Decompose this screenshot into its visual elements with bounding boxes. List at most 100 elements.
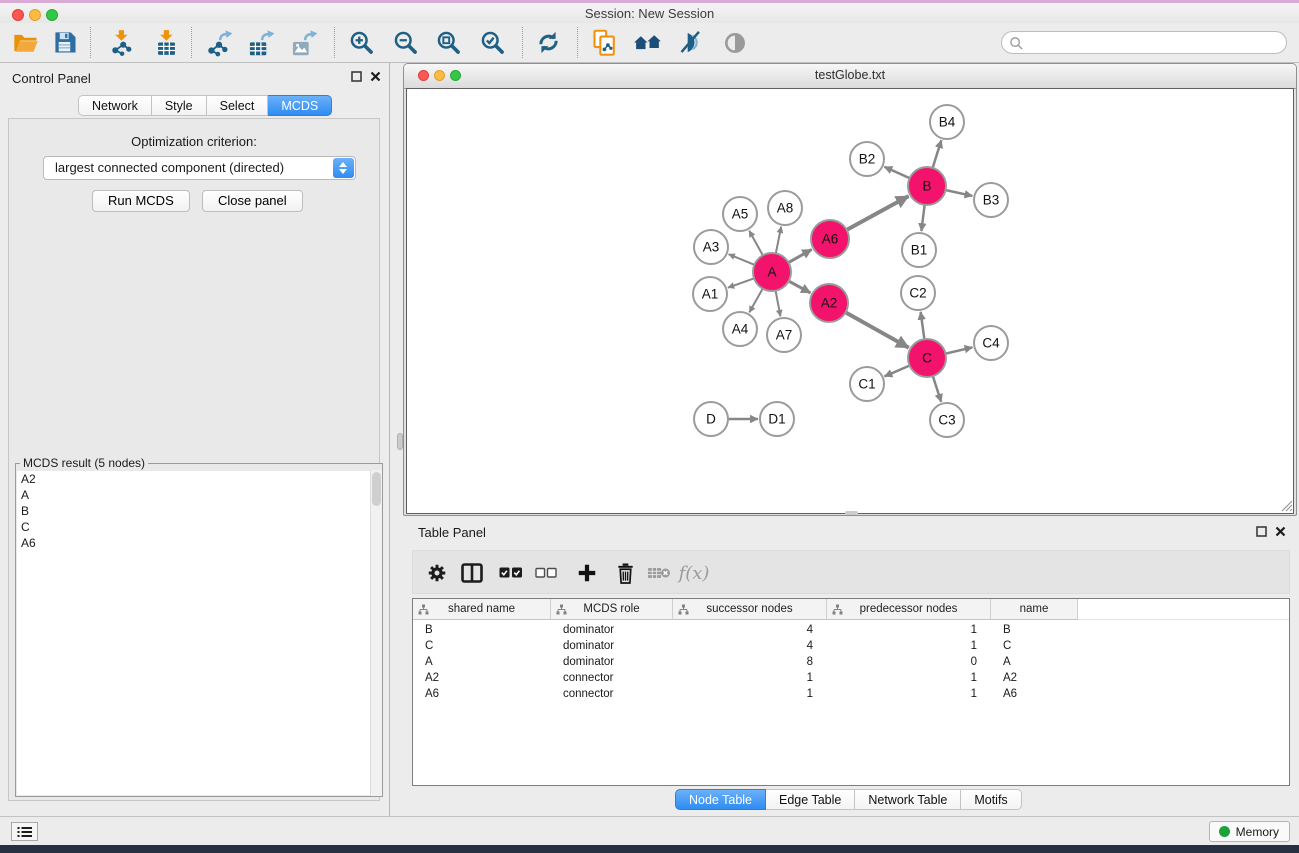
- delete-button[interactable]: [610, 558, 640, 588]
- close-panel-icon[interactable]: [1275, 526, 1286, 537]
- node-A8[interactable]: A8: [768, 191, 802, 225]
- mcds-result-item[interactable]: A: [17, 487, 381, 503]
- node-C1[interactable]: C1: [850, 367, 884, 401]
- edge-A-A6[interactable]: [787, 249, 812, 263]
- node-B1[interactable]: B1: [902, 233, 936, 267]
- memory-button[interactable]: Memory: [1209, 821, 1290, 842]
- node-A7[interactable]: A7: [767, 318, 801, 352]
- edge-A-A5[interactable]: [749, 231, 764, 257]
- export-network-button[interactable]: [201, 25, 237, 60]
- edge-A6-B[interactable]: [845, 196, 909, 231]
- refresh-layout-button[interactable]: [530, 25, 566, 60]
- mcds-result-item[interactable]: A2: [17, 471, 381, 487]
- birds-eye-button[interactable]: [717, 25, 753, 60]
- column-header-successor-nodes[interactable]: successor nodes: [673, 599, 827, 620]
- tab-network[interactable]: Network: [78, 95, 152, 116]
- select-all-columns-button[interactable]: [496, 558, 526, 588]
- node-D1[interactable]: D1: [760, 402, 794, 436]
- export-table-button[interactable]: [243, 25, 279, 60]
- tab-edge-table[interactable]: Edge Table: [766, 789, 855, 810]
- node-D[interactable]: D: [694, 402, 728, 436]
- edge-C-C3[interactable]: [932, 374, 941, 402]
- float-panel-icon[interactable]: [351, 71, 362, 82]
- table-row[interactable]: Bdominator41B: [413, 622, 1289, 638]
- resize-grip-icon[interactable]: [1279, 498, 1293, 512]
- mcds-result-item[interactable]: C: [17, 519, 381, 535]
- table-row[interactable]: A6connector11A6: [413, 686, 1289, 702]
- node-B[interactable]: B: [908, 167, 946, 205]
- save-session-button[interactable]: [47, 25, 83, 60]
- column-header-mcds-role[interactable]: MCDS role: [551, 599, 673, 620]
- node-C2[interactable]: C2: [901, 276, 935, 310]
- mcds-result-item[interactable]: B: [17, 503, 381, 519]
- import-table-button[interactable]: [148, 25, 184, 60]
- gear-button[interactable]: [422, 558, 452, 588]
- table-row[interactable]: Adominator80A: [413, 654, 1289, 670]
- tab-node-table[interactable]: Node Table: [675, 789, 766, 810]
- copy-style-button[interactable]: [587, 25, 623, 60]
- zoom-fit-button[interactable]: [430, 25, 466, 60]
- tab-mcds[interactable]: MCDS: [268, 95, 332, 116]
- network-canvas[interactable]: B4B2BB3A8A5A6A3B1AA1C2A2A4A7C4CC1C3DD1: [406, 88, 1294, 514]
- node-A5[interactable]: A5: [723, 197, 757, 231]
- search-input[interactable]: [1028, 33, 1282, 54]
- float-panel-icon[interactable]: [1256, 526, 1267, 537]
- node-A2[interactable]: A2: [810, 284, 848, 322]
- edge-C-C1[interactable]: [884, 365, 911, 377]
- node-A[interactable]: A: [753, 253, 791, 291]
- run-mcds-button[interactable]: Run MCDS: [92, 190, 190, 212]
- tab-motifs[interactable]: Motifs: [961, 789, 1021, 810]
- deselect-all-columns-button[interactable]: [531, 558, 561, 588]
- column-header-name[interactable]: name: [991, 599, 1078, 620]
- function-builder-button[interactable]: f(x): [679, 558, 709, 588]
- edge-A-A8[interactable]: [775, 227, 781, 256]
- criterion-dropdown[interactable]: largest connected component (directed): [43, 156, 356, 180]
- node-A1[interactable]: A1: [693, 277, 727, 311]
- task-history-button[interactable]: [11, 822, 38, 841]
- network-vertical-scrollbar[interactable]: [397, 433, 403, 450]
- edge-A-A1[interactable]: [728, 278, 756, 288]
- split-view-button[interactable]: [457, 558, 487, 588]
- table-row[interactable]: A2connector11A2: [413, 670, 1289, 686]
- zoom-in-button[interactable]: [343, 25, 379, 60]
- edge-A-A3[interactable]: [729, 254, 757, 265]
- node-B4[interactable]: B4: [930, 105, 964, 139]
- node-C[interactable]: C: [908, 339, 946, 377]
- edge-B-B2[interactable]: [884, 167, 911, 179]
- network-window-titlebar[interactable]: testGlobe.txt: [404, 64, 1296, 89]
- tab-select[interactable]: Select: [207, 95, 269, 116]
- edge-C-C2[interactable]: [921, 312, 925, 341]
- column-header-predecessor-nodes[interactable]: predecessor nodes: [827, 599, 991, 620]
- column-header-shared-name[interactable]: shared name: [413, 599, 551, 620]
- node-B3[interactable]: B3: [974, 183, 1008, 217]
- home-layout-button[interactable]: [629, 25, 665, 60]
- tab-network-table[interactable]: Network Table: [855, 789, 961, 810]
- add-column-button[interactable]: [572, 558, 602, 588]
- tab-style[interactable]: Style: [152, 95, 207, 116]
- import-network-button[interactable]: [103, 25, 139, 60]
- mcds-result-item[interactable]: A6: [17, 535, 381, 551]
- node-A6[interactable]: A6: [811, 220, 849, 258]
- edge-A-A2[interactable]: [787, 280, 811, 293]
- open-session-button[interactable]: [8, 25, 44, 60]
- network-horizontal-scrollbar[interactable]: [845, 511, 858, 515]
- zoom-selected-button[interactable]: [474, 25, 510, 60]
- edge-A2-C[interactable]: [844, 311, 909, 347]
- result-scrollbar[interactable]: [370, 470, 382, 796]
- zoom-out-button[interactable]: [387, 25, 423, 60]
- node-B2[interactable]: B2: [850, 142, 884, 176]
- edge-A-A7[interactable]: [775, 289, 780, 317]
- export-image-button[interactable]: [286, 25, 322, 60]
- edge-B-B1[interactable]: [921, 203, 925, 231]
- table-row[interactable]: Cdominator41C: [413, 638, 1289, 654]
- hide-details-button[interactable]: [672, 25, 708, 60]
- close-panel-icon[interactable]: [370, 71, 381, 82]
- node-A4[interactable]: A4: [723, 312, 757, 346]
- close-panel-button[interactable]: Close panel: [202, 190, 303, 212]
- edge-C-C4[interactable]: [944, 347, 973, 354]
- node-A3[interactable]: A3: [694, 230, 728, 264]
- edge-B-B3[interactable]: [944, 190, 973, 196]
- node-C3[interactable]: C3: [930, 403, 964, 437]
- delete-table-button[interactable]: [644, 558, 674, 588]
- edge-B-B4[interactable]: [932, 140, 941, 170]
